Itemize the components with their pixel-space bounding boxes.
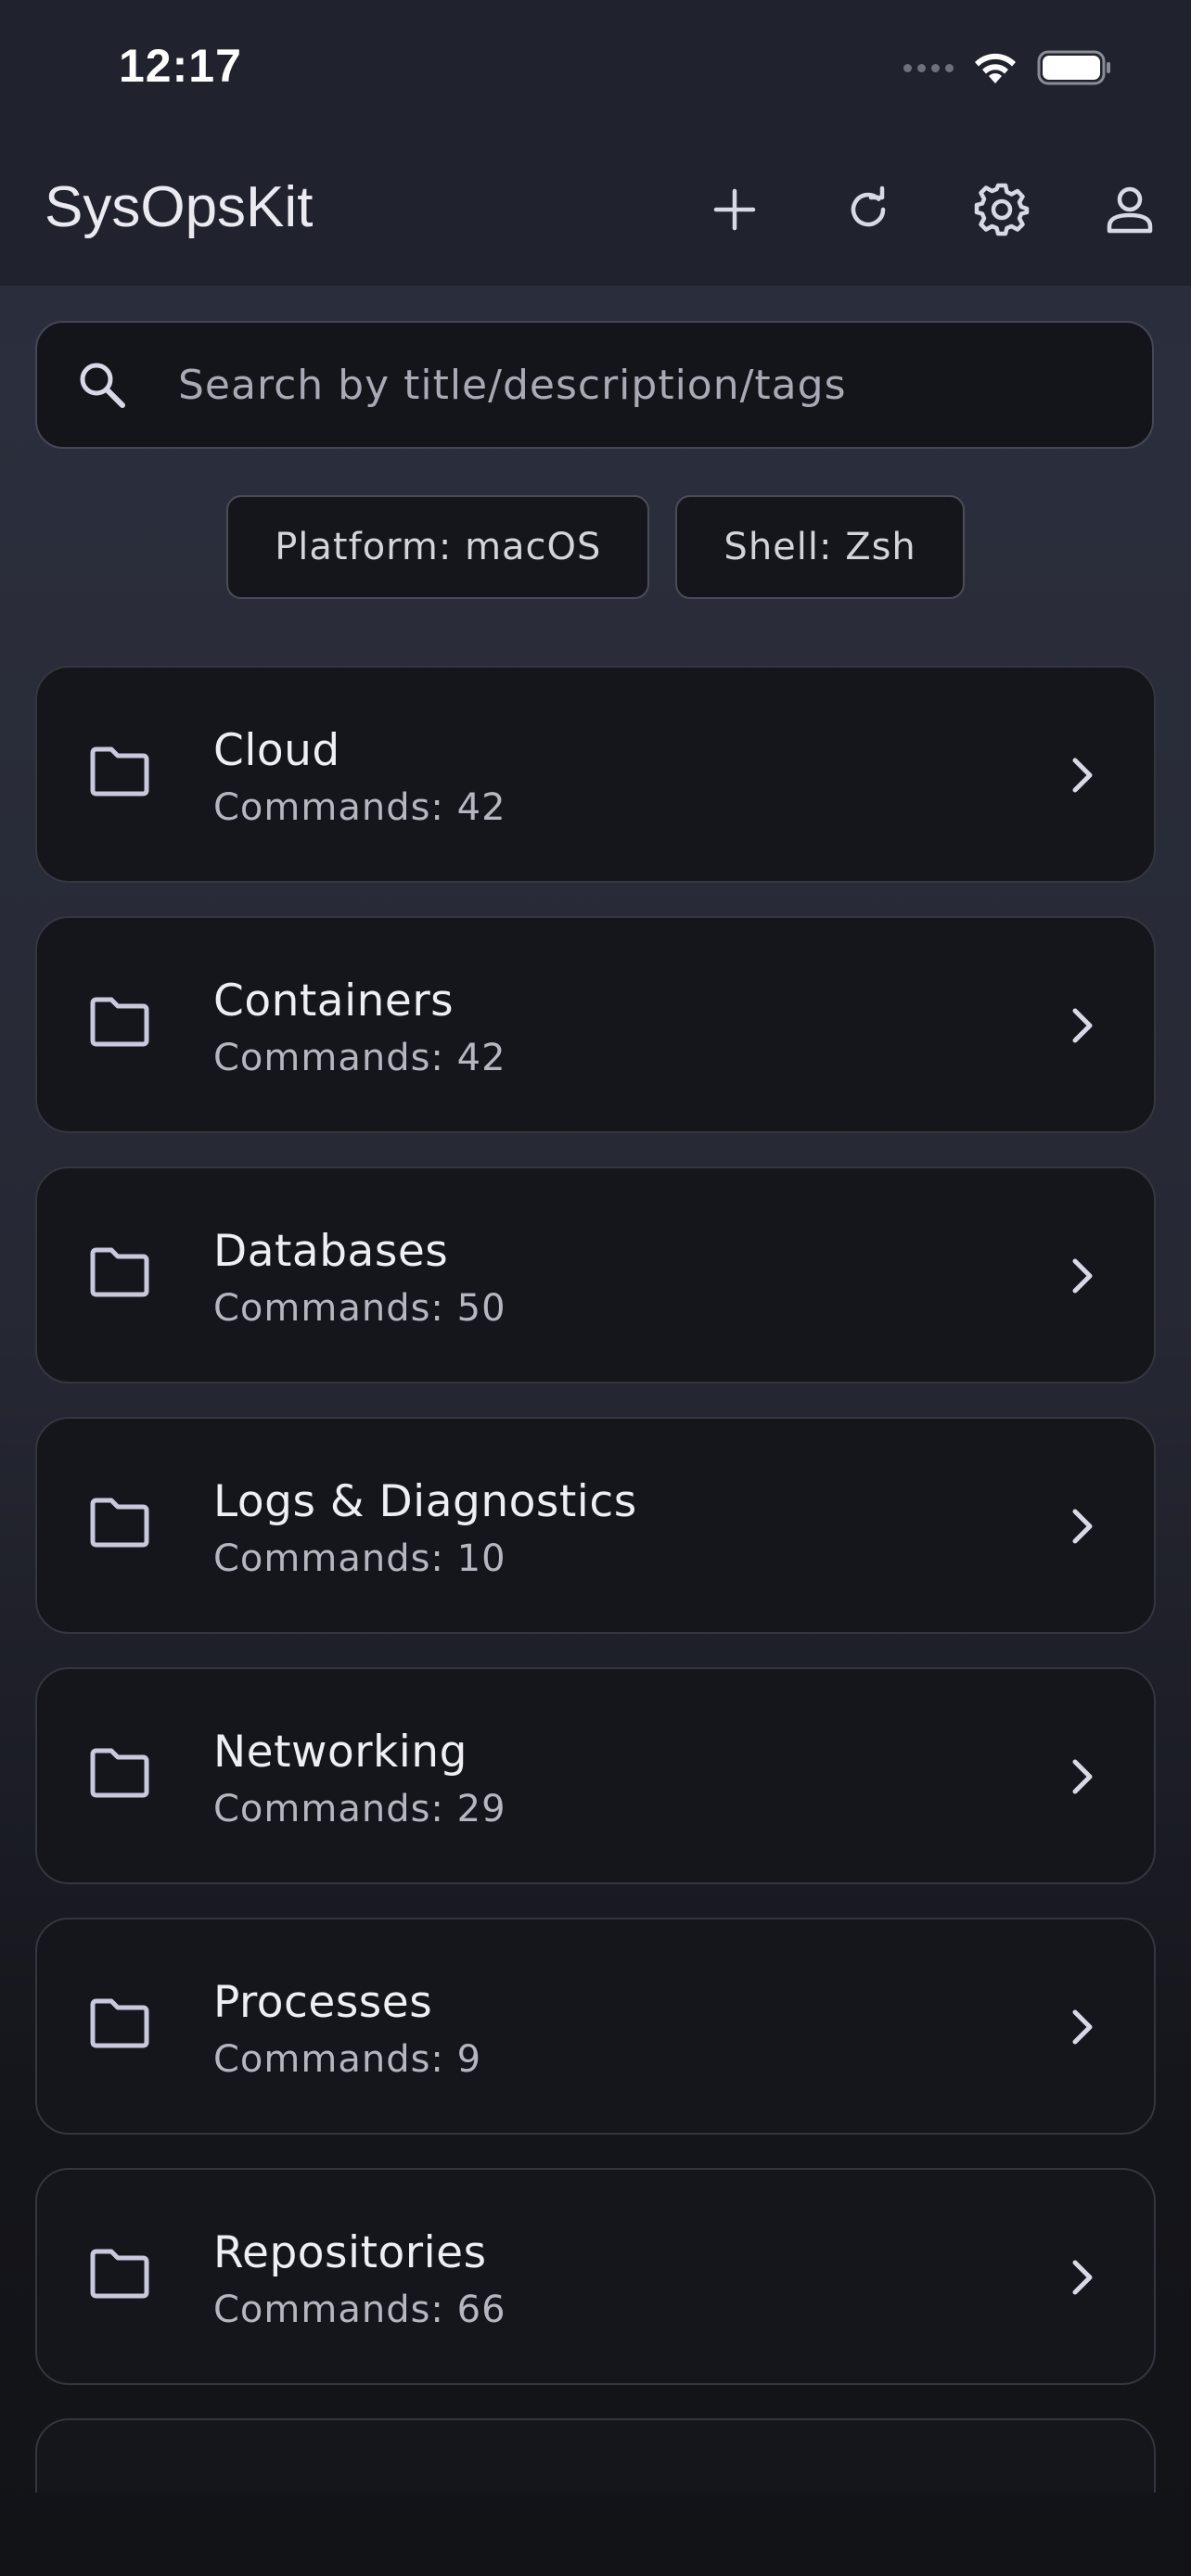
cellular-signal-icon bbox=[903, 63, 954, 72]
shell-filter-chip[interactable]: Shell: Zsh bbox=[675, 495, 965, 599]
category-name: Networking bbox=[213, 1727, 467, 1778]
folder-icon bbox=[90, 746, 149, 797]
filter-chips: Platform: macOS Shell: Zsh bbox=[0, 495, 1191, 599]
app-header: 12:17 SysOpsKit bbox=[0, 0, 1191, 286]
chevron-right-icon bbox=[1072, 2009, 1093, 2045]
chevron-right-icon bbox=[1072, 1509, 1093, 1544]
command-count: Commands: 10 bbox=[213, 1537, 506, 1580]
chevron-right-icon bbox=[1072, 1258, 1093, 1294]
add-button[interactable] bbox=[668, 167, 801, 252]
command-count: Commands: 9 bbox=[213, 2038, 482, 2081]
refresh-icon bbox=[851, 185, 886, 227]
folder-icon bbox=[90, 1498, 149, 1548]
battery-icon bbox=[1037, 50, 1110, 85]
command-count: Commands: 50 bbox=[213, 1287, 506, 1330]
category-name: Logs & Diagnostics bbox=[213, 1476, 637, 1527]
command-count: Commands: 42 bbox=[213, 1037, 506, 1079]
account-button[interactable] bbox=[1069, 167, 1191, 252]
category-card-repositories[interactable]: Repositories Commands: 66 bbox=[35, 2168, 1156, 2385]
chevron-right-icon bbox=[1072, 758, 1093, 793]
app-bar-actions bbox=[668, 167, 1191, 252]
category-card-containers[interactable]: Containers Commands: 42 bbox=[35, 916, 1156, 1133]
category-name: Databases bbox=[213, 1226, 449, 1277]
person-icon bbox=[1107, 186, 1153, 234]
category-card-databases[interactable]: Databases Commands: 50 bbox=[35, 1167, 1156, 1384]
folder-icon bbox=[90, 997, 149, 1047]
refresh-button[interactable] bbox=[801, 167, 935, 252]
category-card-cloud[interactable]: Cloud Commands: 42 bbox=[35, 666, 1156, 883]
category-list: Cloud Commands: 42 Containers Commands: … bbox=[35, 666, 1156, 2526]
category-card-processes[interactable]: Processes Commands: 9 bbox=[35, 1918, 1156, 2135]
category-name: Cloud bbox=[213, 725, 340, 776]
command-count: Commands: 42 bbox=[213, 786, 506, 829]
chevron-right-icon bbox=[1072, 2260, 1093, 2295]
gear-icon bbox=[974, 183, 1030, 236]
wifi-icon bbox=[975, 53, 1016, 83]
search-icon bbox=[74, 357, 130, 413]
command-count: Commands: 29 bbox=[213, 1788, 506, 1830]
chevron-right-icon bbox=[1072, 1008, 1093, 1043]
category-card-networking[interactable]: Networking Commands: 29 bbox=[35, 1667, 1156, 1884]
folder-icon bbox=[90, 1998, 149, 2048]
category-name: Containers bbox=[213, 976, 455, 1027]
category-card-partial[interactable] bbox=[35, 2418, 1156, 2493]
settings-button[interactable] bbox=[935, 167, 1069, 252]
folder-icon bbox=[90, 1748, 149, 1798]
plus-icon bbox=[713, 188, 756, 231]
status-time: 12:17 bbox=[119, 40, 242, 92]
app-title: SysOpsKit bbox=[45, 175, 314, 239]
category-name: Repositories bbox=[213, 2227, 487, 2278]
chevron-right-icon bbox=[1072, 1759, 1093, 1794]
platform-filter-chip[interactable]: Platform: macOS bbox=[226, 495, 650, 599]
folder-icon bbox=[90, 1247, 149, 1297]
command-count: Commands: 66 bbox=[213, 2289, 506, 2331]
category-name: Processes bbox=[213, 1977, 433, 2028]
search-bar[interactable] bbox=[35, 321, 1154, 449]
category-card-logs-diagnostics[interactable]: Logs & Diagnostics Commands: 10 bbox=[35, 1417, 1156, 1634]
status-indicators bbox=[903, 46, 1113, 89]
folder-icon bbox=[90, 2249, 149, 2299]
search-input[interactable] bbox=[176, 360, 1152, 410]
